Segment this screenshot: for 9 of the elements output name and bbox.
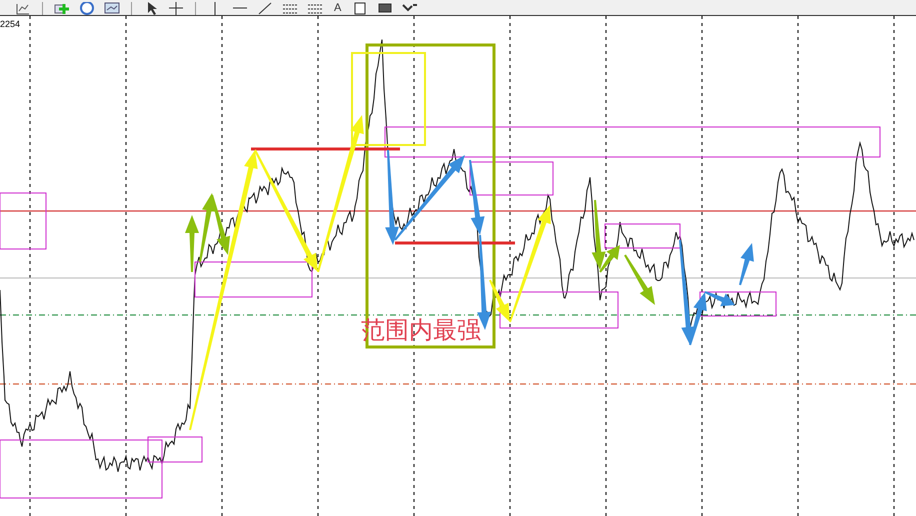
window-icon[interactable] — [103, 2, 121, 15]
crosshair-icon[interactable] — [167, 2, 185, 15]
price-label: 2254 — [0, 19, 20, 29]
zigzag-arrow — [624, 254, 655, 305]
rectangle-icon[interactable] — [376, 2, 394, 15]
zigzag-arrow — [739, 243, 754, 286]
trendline-icon[interactable] — [256, 2, 274, 15]
text-tool-button[interactable]: A — [331, 2, 344, 15]
chart-icon[interactable] — [14, 2, 32, 15]
